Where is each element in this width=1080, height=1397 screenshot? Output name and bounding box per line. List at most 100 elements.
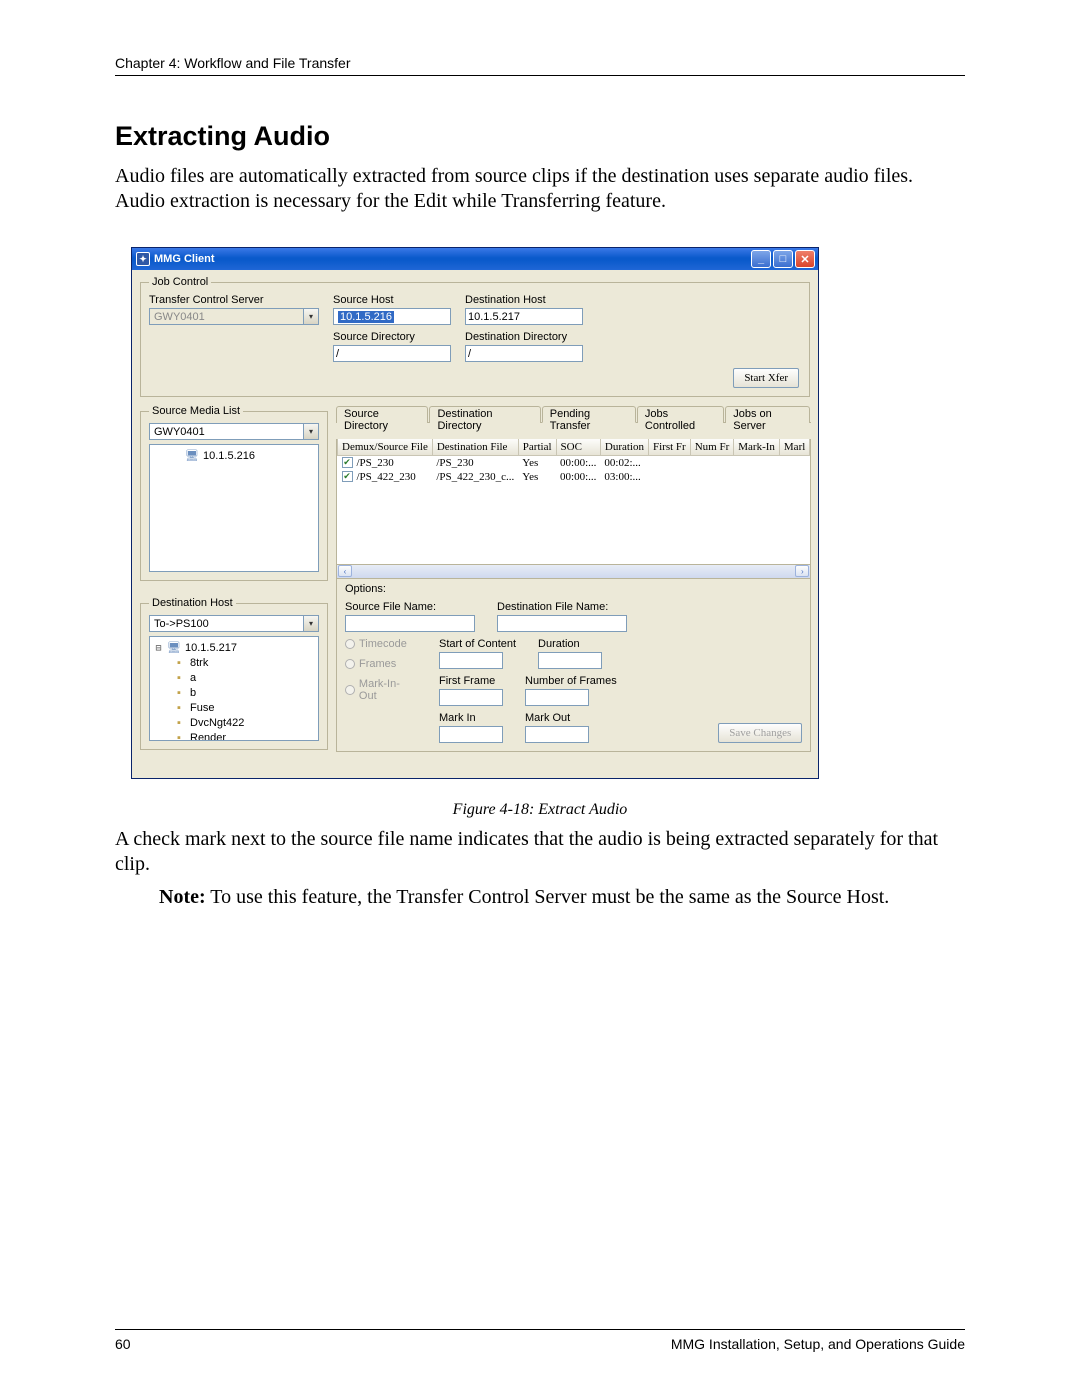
source-media-value: GWY0401 (152, 426, 205, 438)
tab-destination-directory[interactable]: Destination Directory (429, 406, 540, 423)
tab-jobs-controlled[interactable]: Jobs Controlled (637, 406, 724, 423)
chevron-down-icon: ▾ (303, 616, 318, 631)
col-soc[interactable]: SOC (556, 439, 600, 455)
first-frame-input[interactable] (439, 689, 503, 706)
mmg-client-window: ✦ MMG Client _ □ ✕ Job Control Transfer … (131, 247, 819, 779)
maximize-button[interactable]: □ (773, 250, 793, 268)
computer-icon: 🖥 (167, 641, 181, 656)
cell-source: /PS_230 (357, 457, 394, 469)
page-header: Chapter 4: Workflow and File Transfer (115, 55, 965, 76)
destination-host-tree[interactable]: ⊟ 🖥 10.1.5.217 ▪8trk ▪a ▪b ▪Fuse ▪DvcNgt… (149, 636, 319, 741)
col-destination-file[interactable]: Destination File (432, 439, 518, 455)
col-mark-in[interactable]: Mark-In (734, 439, 780, 455)
table-row[interactable]: ✔/PS_230 /PS_230 Yes 00:00:... 00:02:... (338, 455, 810, 470)
window-titlebar[interactable]: ✦ MMG Client _ □ ✕ (132, 248, 818, 270)
horizontal-scrollbar[interactable]: ‹ › (337, 564, 810, 578)
scroll-right-icon[interactable]: › (795, 565, 809, 577)
folder-icon: ▪ (172, 686, 186, 701)
col-partial[interactable]: Partial (518, 439, 556, 455)
col-num-fr[interactable]: Num Fr (690, 439, 734, 455)
section-heading: Extracting Audio (115, 121, 965, 152)
cell-dest: /PS_422_230_c... (432, 470, 518, 484)
folder-icon: ▪ (172, 731, 186, 741)
cell-partial: Yes (518, 470, 556, 484)
start-xfer-button[interactable]: Start Xfer (733, 368, 799, 388)
computer-icon: 🖥 (185, 449, 199, 464)
tree-node-label: b (190, 686, 196, 701)
source-host-field[interactable]: 10.1.5.216 (333, 308, 451, 325)
checkmark-paragraph: A check mark next to the source file nam… (115, 827, 965, 877)
dest-host-field[interactable] (465, 308, 583, 325)
tcs-value: GWY0401 (152, 311, 205, 323)
cell-duration: 03:00:... (600, 470, 648, 484)
table-row[interactable]: ✔/PS_422_230 /PS_422_230_c... Yes 00:00:… (338, 470, 810, 484)
options-title: Options: (345, 583, 802, 595)
radio-mark-in-out[interactable]: Mark-In-Out (345, 678, 417, 702)
source-dir-field[interactable] (333, 345, 451, 362)
dst-filename-label: Destination File Name: (497, 601, 627, 613)
dest-host-label: Destination Host (465, 294, 583, 306)
close-button[interactable]: ✕ (795, 250, 815, 268)
app-icon: ✦ (136, 252, 150, 266)
tree-node-folder[interactable]: ▪ 8trk (154, 656, 314, 671)
folder-icon: ▪ (172, 671, 186, 686)
mark-in-label: Mark In (439, 712, 503, 724)
source-host-value: 10.1.5.216 (338, 311, 394, 323)
job-control-group: Job Control Transfer Control Server GWY0… (140, 276, 810, 397)
tree-node-host[interactable]: ⊟ 🖥 10.1.5.217 (154, 641, 314, 656)
scroll-left-icon[interactable]: ‹ (338, 565, 352, 577)
radio-frames[interactable]: Frames (345, 658, 417, 670)
destination-host-group: Destination Host To->PS100 ▾ ⊟ 🖥 10.1.5.… (140, 597, 328, 750)
tab-pending-transfer[interactable]: Pending Transfer (542, 406, 636, 423)
folder-icon: ▪ (172, 656, 186, 671)
src-filename-label: Source File Name: (345, 601, 475, 613)
note-text: To use this feature, the Transfer Contro… (206, 886, 890, 908)
col-duration[interactable]: Duration (600, 439, 648, 455)
dest-dir-label: Destination Directory (465, 331, 583, 343)
source-host-label: Source Host (333, 294, 451, 306)
save-changes-button[interactable]: Save Changes (718, 723, 802, 743)
num-frames-input[interactable] (525, 689, 589, 706)
cell-soc: 00:00:... (556, 455, 600, 470)
cell-soc: 00:00:... (556, 470, 600, 484)
tab-jobs-on-server[interactable]: Jobs on Server (725, 406, 810, 423)
col-demux-source[interactable]: Demux/Source File (338, 439, 433, 455)
tree-node-folder[interactable]: ▪DvcNgt422 (154, 716, 314, 731)
tree-node-folder[interactable]: ▪b (154, 686, 314, 701)
cell-partial: Yes (518, 455, 556, 470)
src-filename-input[interactable] (345, 615, 475, 632)
tab-source-directory[interactable]: Source Directory (336, 406, 428, 423)
tree-node-host[interactable]: 🖥 10.1.5.216 (154, 449, 314, 464)
start-content-input[interactable] (439, 652, 503, 669)
mark-in-input[interactable] (439, 726, 503, 743)
destination-host-value: To->PS100 (152, 618, 209, 630)
tree-node-folder[interactable]: ▪Render (154, 731, 314, 741)
note-paragraph: Note: To use this feature, the Transfer … (159, 885, 965, 910)
source-media-tree[interactable]: 🖥 10.1.5.216 (149, 444, 319, 572)
dest-dir-field[interactable] (465, 345, 583, 362)
source-media-list-group: Source Media List GWY0401 ▾ 🖥 10.1.5.216 (140, 405, 328, 581)
tree-node-label: Fuse (190, 701, 214, 716)
tree-node-label: 10.1.5.216 (203, 449, 255, 464)
tree-node-folder[interactable]: ▪Fuse (154, 701, 314, 716)
radio-timecode[interactable]: Timecode (345, 638, 417, 650)
extract-audio-checkbox[interactable]: ✔ (342, 471, 353, 482)
tree-node-label: a (190, 671, 196, 686)
source-media-combo[interactable]: GWY0401 ▾ (149, 423, 319, 440)
minimize-button[interactable]: _ (751, 250, 771, 268)
tree-node-label: 8trk (190, 656, 208, 671)
mark-out-input[interactable] (525, 726, 589, 743)
first-frame-label: First Frame (439, 675, 503, 687)
col-first-fr[interactable]: First Fr (649, 439, 691, 455)
source-dir-label: Source Directory (333, 331, 451, 343)
extract-audio-checkbox[interactable]: ✔ (342, 457, 353, 468)
dst-filename-input[interactable] (497, 615, 627, 632)
col-mark-out[interactable]: Marl (779, 439, 809, 455)
duration-input[interactable] (538, 652, 602, 669)
duration-label: Duration (538, 638, 602, 650)
tree-node-folder[interactable]: ▪a (154, 671, 314, 686)
tcs-label: Transfer Control Server (149, 294, 319, 306)
tcs-combo[interactable]: GWY0401 ▾ (149, 308, 319, 325)
source-media-list-legend: Source Media List (149, 405, 243, 417)
destination-host-combo[interactable]: To->PS100 ▾ (149, 615, 319, 632)
